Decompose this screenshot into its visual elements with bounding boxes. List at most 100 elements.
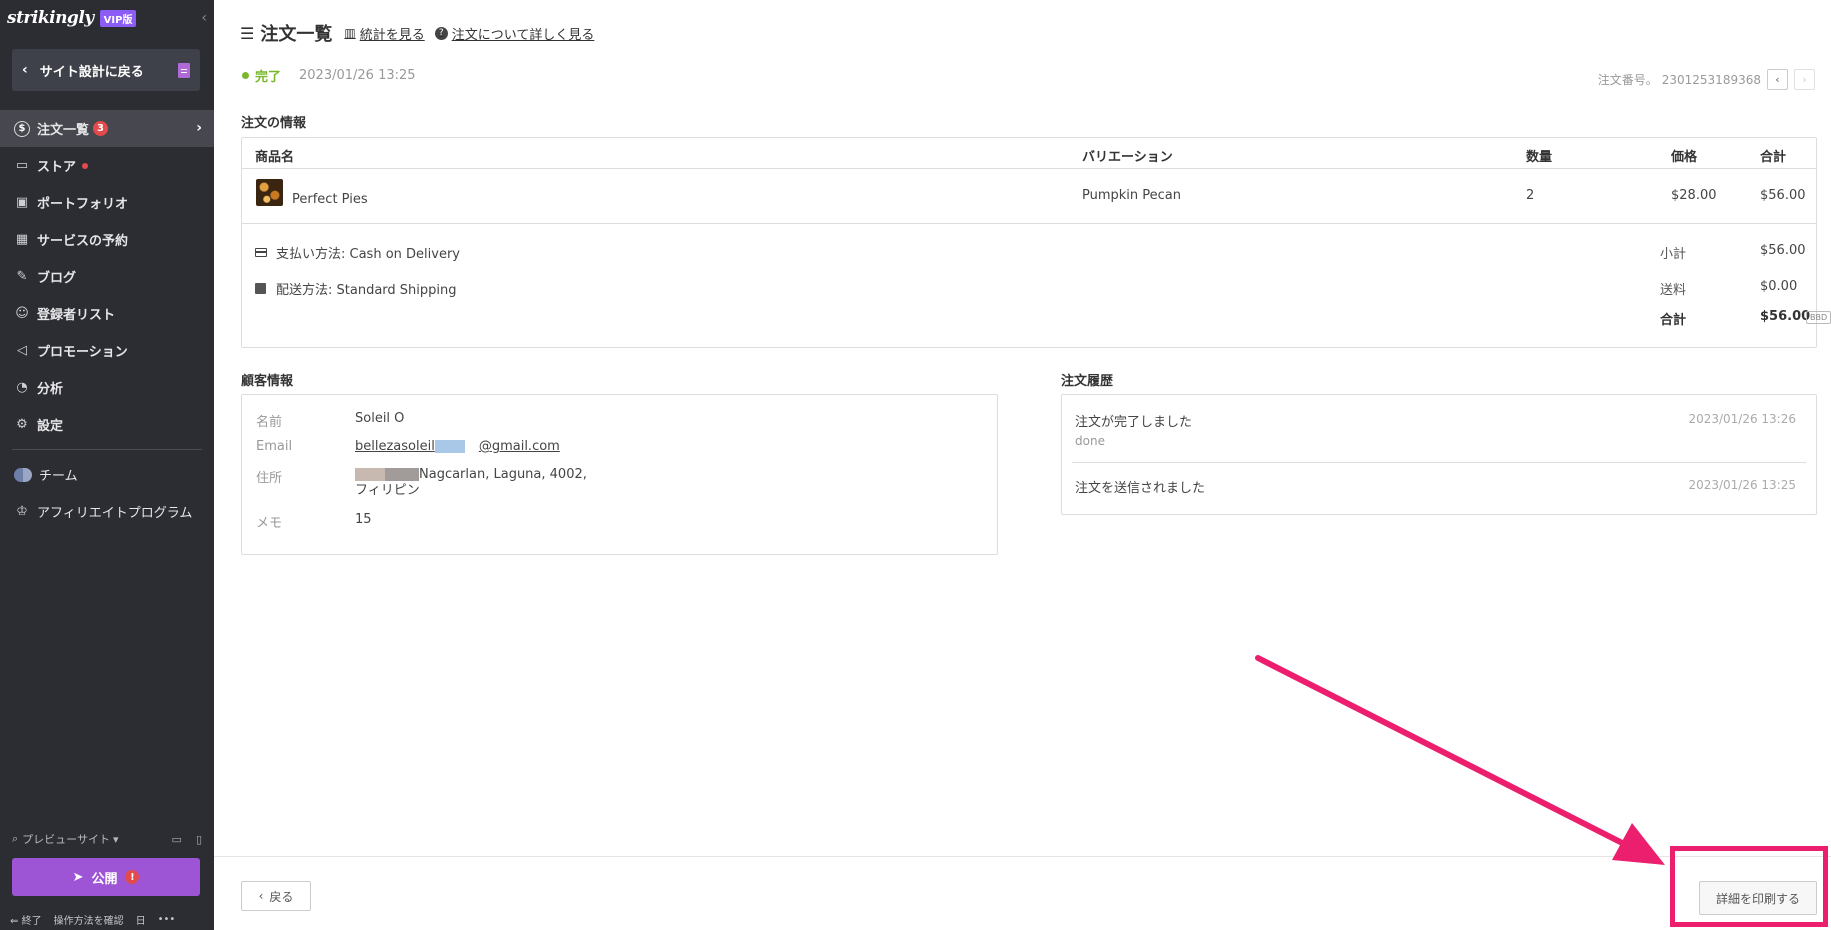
product-thumbnail (256, 179, 283, 206)
sidebar-item-affiliate[interactable]: ♔ アフィリエイトプログラム (0, 493, 214, 530)
sidebar-item-team[interactable]: チーム (0, 456, 214, 493)
customer-info-card: 名前 Soleil O Email bellezasoleil @gmail.co… (241, 394, 998, 555)
briefcase-icon: ▣ (15, 195, 29, 210)
credit-card-icon (255, 248, 267, 257)
customer-address-row: 住所 Nagcarlan, Laguna, 4002, フィリピン (256, 467, 587, 499)
customer-info-title: 顧客情報 (241, 374, 294, 389)
previous-order-button[interactable]: ‹ (1767, 69, 1788, 90)
sidebar-divider (12, 449, 202, 450)
back-to-site-design-button[interactable]: ‹ サイト設計に戻る (12, 49, 200, 91)
history-divider (1072, 462, 1806, 463)
sidebar-item-booking[interactable]: ▦ サービスの予約 (0, 221, 214, 258)
sidebar-item-settings[interactable]: ⚙ 設定 (0, 406, 214, 443)
customer-name-row: 名前 Soleil O (256, 411, 404, 430)
shipping-fee-value: $0.00 (1760, 279, 1798, 294)
sidebar-item-subscribers[interactable]: ☺ 登録者リスト (0, 295, 214, 332)
shipping-fee-label: 送料 (1660, 283, 1687, 298)
list-icon: ☰ (240, 23, 255, 43)
redacted-block (434, 440, 465, 453)
column-total: 合計 (1760, 150, 1787, 165)
back-to-site-design-label: サイト設計に戻る (39, 64, 144, 80)
column-variation: バリエーション (1082, 150, 1173, 165)
preview-site-dropdown[interactable]: プレビューサイト (22, 831, 110, 847)
help-link[interactable]: 操作方法を確認 (54, 912, 124, 927)
store-icon: ▭ (15, 158, 29, 173)
rocket-icon: ➤ (72, 869, 84, 885)
back-button[interactable]: ‹ 戻る (241, 881, 311, 911)
column-quantity: 数量 (1526, 150, 1553, 165)
sidebar-item-label: ストア (37, 160, 77, 175)
status-dot (242, 72, 249, 79)
collapse-sidebar-icon[interactable]: ‹ (201, 10, 207, 26)
total-label: 合計 (1660, 313, 1687, 328)
users-icon: ☺ (15, 306, 29, 321)
sidebar-nav: $ 注文一覧 3 › ▭ ストア ▣ ポートフォリオ ▦ サービスの予約 ✎ ブ… (0, 110, 214, 530)
column-product: 商品名 (255, 150, 295, 165)
sidebar-item-analytics[interactable]: ◔ 分析 (0, 369, 214, 406)
logo-row: strikingly VIP版 ‹ (7, 6, 207, 30)
sidebar-item-promotion[interactable]: ◁ プロモーション (0, 332, 214, 369)
learn-about-orders-link[interactable]: ? 注文について詳しく見る (434, 24, 594, 43)
view-stats-link[interactable]: ▥ 統計を見る (344, 24, 424, 43)
chevron-left-icon: ‹ (22, 62, 28, 78)
memo-label: メモ (256, 516, 283, 531)
language-selector[interactable]: 日 (136, 912, 146, 927)
sidebar-item-label: アフィリエイトプログラム (37, 506, 193, 521)
customer-memo-row: メモ 15 (256, 512, 372, 531)
subtotal-label: 小計 (1660, 247, 1687, 262)
sidebar-item-blog[interactable]: ✎ ブログ (0, 258, 214, 295)
mobile-preview-icon[interactable]: ▯ (196, 833, 202, 846)
product-price: $28.00 (1671, 188, 1717, 203)
print-details-button[interactable]: 詳細を印刷する (1699, 881, 1817, 915)
desktop-preview-icon[interactable]: ▭ (172, 833, 182, 846)
status-badge: 完了 (255, 70, 282, 85)
sidebar-item-label: チーム (39, 469, 78, 484)
order-number-label: 注文番号。 (1597, 73, 1658, 87)
logo[interactable]: strikingly (7, 8, 94, 28)
quill-icon: ✎ (16, 269, 28, 284)
product-total: $56.00 (1760, 188, 1806, 203)
product-name: Perfect Pies (292, 192, 368, 207)
question-icon: ? (434, 26, 448, 40)
next-order-button[interactable]: › (1794, 69, 1815, 90)
preview-site-row: ⌕ プレビューサイト ▾ ▭ ▯ (12, 831, 202, 847)
table-row: Perfect Pies Pumpkin Pecan 2 $28.00 $56.… (242, 169, 1816, 224)
address-label: 住所 (256, 471, 283, 486)
order-number-row: 注文番号。 2301253189368 ‹ › (1598, 69, 1815, 90)
subtotal-value: $56.00 (1760, 243, 1806, 258)
vip-badge: VIP版 (99, 9, 137, 27)
trophy-icon: ♔ (16, 504, 28, 519)
pie-chart-icon: ◔ (16, 380, 28, 395)
sidebar-item-store[interactable]: ▭ ストア (0, 147, 214, 184)
search-icon: ⌕ (12, 832, 19, 845)
main-content: ☰ 注文一覧 ▥ 統計を見る ? 注文について詳しく見る 完了 2023/01/… (214, 0, 1831, 930)
document-icon (178, 62, 190, 78)
more-options-icon[interactable]: ••• (158, 914, 176, 925)
sidebar-item-portfolio[interactable]: ▣ ポートフォリオ (0, 184, 214, 221)
chevron-right-icon: › (196, 120, 202, 136)
shipping-method: 配送方法: Standard Shipping (255, 279, 457, 298)
sidebar-item-label: 設定 (37, 419, 64, 434)
history-entry-date: 2023/01/26 13:26 (1688, 412, 1796, 426)
sidebar-footer: ⇐ 終了 操作方法を確認 日 ••• (10, 912, 206, 927)
exit-link[interactable]: ⇐ 終了 (10, 912, 42, 927)
total-value: $56.00 (1760, 309, 1811, 324)
megaphone-icon: ◁ (17, 343, 27, 358)
history-entry-title: 注文が完了しました (1075, 415, 1193, 430)
warning-icon: ! (125, 870, 140, 884)
customer-email-link[interactable]: bellezasoleil @gmail.com (355, 439, 560, 455)
gear-icon: ⚙ (16, 417, 28, 432)
customer-address: Nagcarlan, Laguna, 4002, フィリピン (355, 467, 587, 498)
page-header: ☰ 注文一覧 ▥ 統計を見る ? 注文について詳しく見る (240, 20, 604, 46)
email-label: Email (256, 439, 293, 454)
sidebar-item-orders[interactable]: $ 注文一覧 3 › (0, 110, 214, 147)
publish-button[interactable]: ➤ 公開 ! (12, 858, 200, 896)
column-price: 価格 (1671, 150, 1698, 165)
order-info-title: 注文の情報 (241, 116, 307, 131)
order-status-row: 完了 2023/01/26 13:25 (242, 66, 416, 85)
customer-memo: 15 (355, 512, 372, 527)
page-title: 注文一覧 (260, 24, 333, 45)
history-entry-title: 注文を送信されました (1075, 481, 1206, 496)
currency-badge: BBD (1806, 311, 1831, 324)
bar-chart-icon: ▥ (344, 26, 356, 40)
